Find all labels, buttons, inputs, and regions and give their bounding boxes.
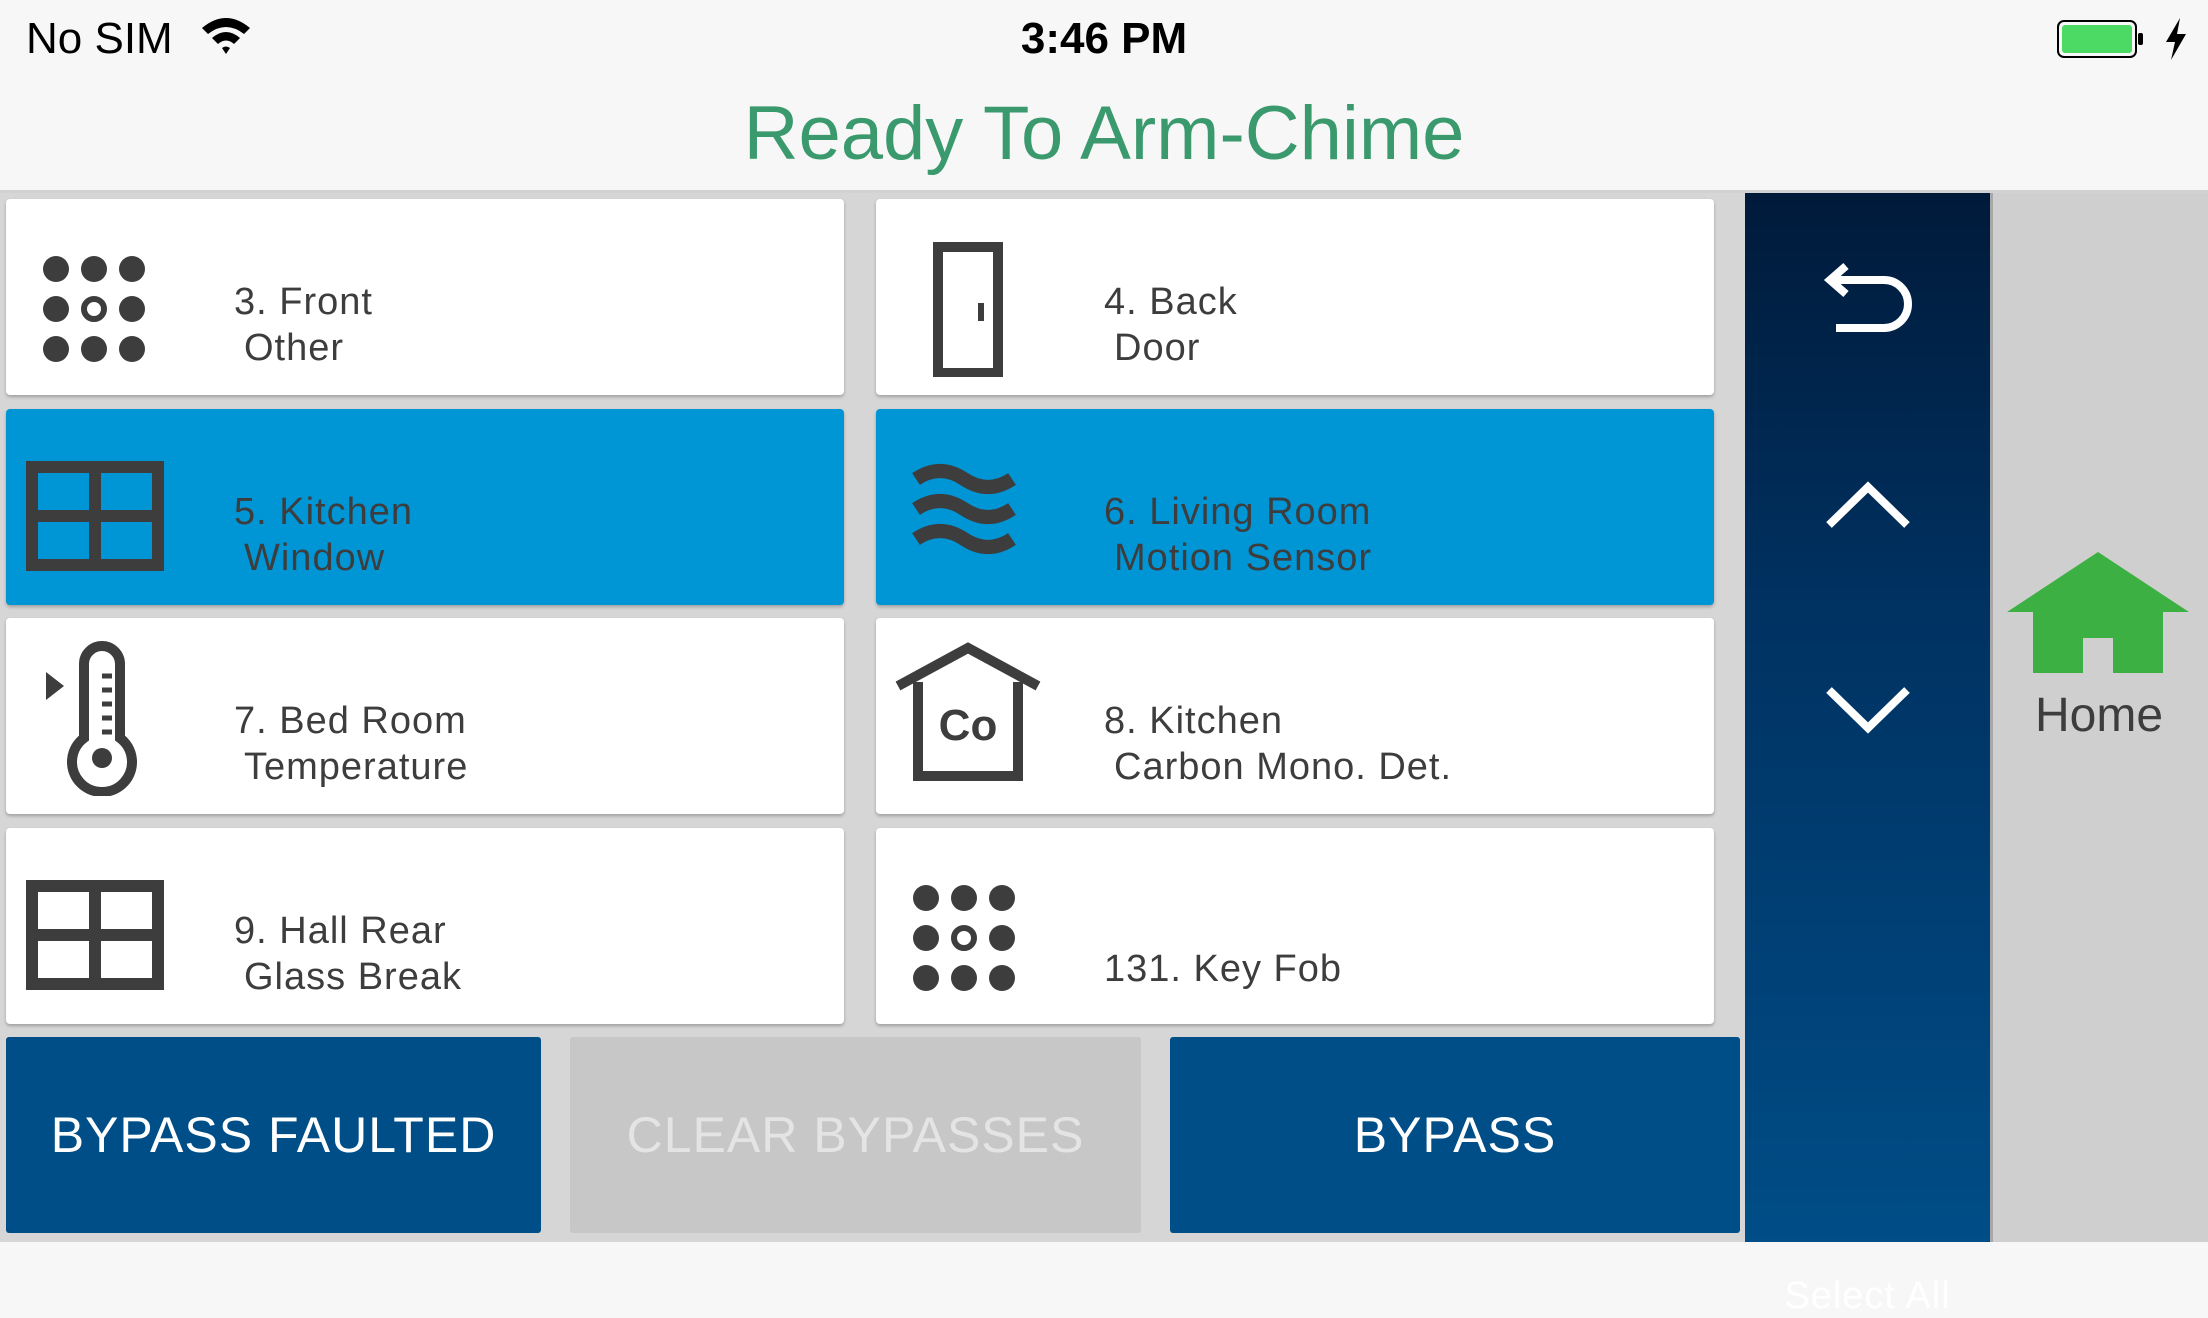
- thermometer-icon: [46, 641, 137, 796]
- zone-label: 8. Kitchen Carbon Mono. Det.: [1104, 700, 1453, 788]
- zone-tile-front[interactable]: 3. Front Other: [6, 199, 844, 395]
- battery-charging-icon: [2057, 20, 2143, 58]
- co-text: Co: [939, 701, 998, 750]
- zone-tile-hall-rear-glass-break[interactable]: 9. Hall Rear Glass Break: [6, 828, 844, 1024]
- back-arrow-icon: [1823, 262, 1912, 332]
- chevron-down-icon: [1825, 687, 1910, 734]
- zone-label: 5. Kitchen Window: [234, 491, 413, 579]
- zone-tile-back-door[interactable]: 4. Back Door: [876, 199, 1714, 395]
- scroll-down-button[interactable]: [1745, 630, 1990, 790]
- home-icon: [2007, 552, 2189, 673]
- clear-bypasses-button[interactable]: CLEAR BYPASSES: [570, 1037, 1141, 1233]
- zone-label: 4. Back Door: [1104, 281, 1238, 369]
- zone-label: 6. Living Room Motion Sensor: [1104, 491, 1373, 579]
- zone-label: 7. Bed Room Temperature: [234, 700, 469, 788]
- keypad-icon: [43, 256, 145, 362]
- window-icon: [26, 880, 164, 990]
- zone-label: 131. Key Fob: [1104, 948, 1343, 990]
- chevron-up-icon: [1825, 481, 1910, 528]
- home-label: Home: [2034, 689, 2164, 742]
- motion-icon: [912, 464, 1016, 554]
- zone-tile-kitchen-co-detector[interactable]: Co 8. Kitchen Carbon Mono. Det.: [876, 618, 1714, 814]
- window-icon: [26, 461, 164, 571]
- home-button[interactable]: Home: [1990, 550, 2208, 750]
- charging-bolt-icon: [2166, 18, 2186, 60]
- status-bar: No SIM 3:46 PM: [0, 0, 2208, 80]
- nav-column: Select All: [1745, 193, 1990, 1317]
- zone-tile-living-room-motion[interactable]: 6. Living Room Motion Sensor: [876, 409, 1714, 605]
- bypass-faulted-button[interactable]: BYPASS FAULTED: [6, 1037, 541, 1233]
- zone-label: 3. Front Other: [234, 281, 373, 369]
- zone-tile-bed-room-temperature[interactable]: 7. Bed Room Temperature: [6, 618, 844, 814]
- keypad-icon: [913, 885, 1015, 991]
- bypass-button[interactable]: BYPASS: [1170, 1037, 1740, 1233]
- back-button[interactable]: [1745, 220, 1990, 380]
- page-title: Ready To Arm-Chime: [743, 91, 1465, 176]
- door-icon: [933, 242, 1003, 377]
- zone-label: 9. Hall Rear Glass Break: [234, 910, 462, 998]
- co-detector-icon: Co: [895, 642, 1041, 781]
- zone-tile-key-fob[interactable]: 131. Key Fob: [876, 828, 1714, 1024]
- clock: 3:46 PM: [1020, 14, 1188, 63]
- select-all-button[interactable]: Select All: [1745, 1275, 1990, 1318]
- zone-tile-kitchen-window[interactable]: 5. Kitchen Window: [6, 409, 844, 605]
- scroll-up-button[interactable]: [1745, 425, 1990, 585]
